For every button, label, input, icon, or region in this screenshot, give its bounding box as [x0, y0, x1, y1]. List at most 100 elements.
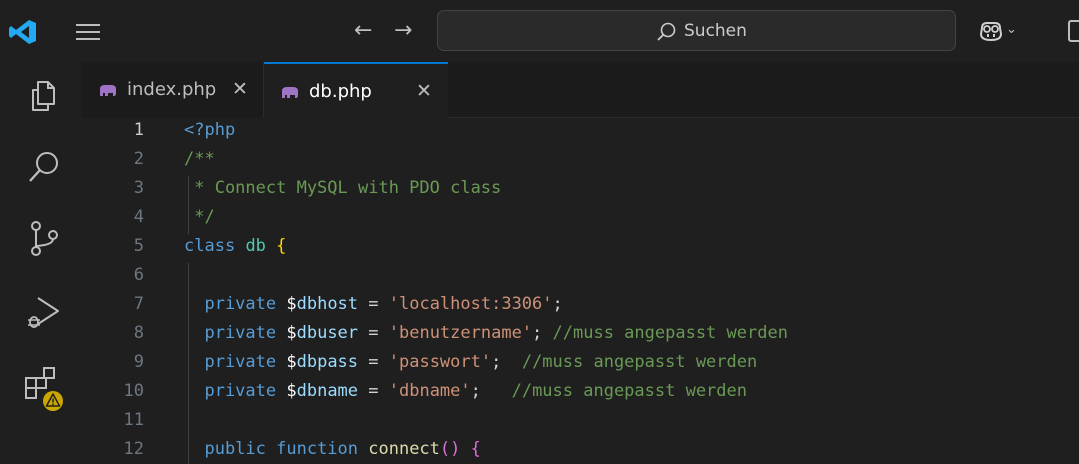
- code-line[interactable]: 4 */: [82, 205, 1079, 234]
- code-token: $: [286, 323, 297, 343]
- code-text: /**: [184, 147, 215, 171]
- line-number: 6: [133, 265, 144, 285]
- code-line[interactable]: 3 * Connect MySQL with PDO class: [82, 176, 1079, 205]
- code-token: $: [286, 294, 297, 314]
- code-token: 'passwort': [388, 352, 492, 372]
- code-token: private: [184, 381, 287, 401]
- vscode-logo-icon[interactable]: [8, 18, 38, 46]
- code-text: */: [184, 205, 215, 229]
- line-number: 7: [133, 294, 144, 314]
- code-line[interactable]: 2 /**: [82, 147, 1079, 176]
- php-elephant-icon: [282, 87, 298, 98]
- code-token: dbuser: [296, 323, 359, 343]
- command-center-search[interactable]: Suchen: [437, 10, 956, 51]
- line-number: 12: [123, 439, 144, 459]
- code-text: * Connect MySQL with PDO class: [184, 176, 501, 200]
- code-token: $: [286, 381, 297, 401]
- code-token: dbname: [296, 381, 359, 401]
- php-elephant-icon: [100, 85, 116, 96]
- code-line[interactable]: 6: [82, 263, 1079, 292]
- code-token: ;: [491, 352, 522, 372]
- search-icon: [657, 22, 676, 41]
- code-editor[interactable]: 1 <?php 2 /** 3 * Connect MySQL with PDO cla…: [82, 118, 1079, 464]
- source-control-icon[interactable]: [24, 218, 64, 258]
- search-label: Suchen: [684, 21, 747, 41]
- code-line[interactable]: 7 private $dbhost = 'localhost:3306';: [82, 292, 1079, 321]
- code-token: {: [276, 236, 287, 256]
- line-number: 1: [133, 120, 144, 140]
- run-debug-icon[interactable]: [24, 292, 64, 332]
- code-line[interactable]: 9 private $dbpass = 'passwort'; //muss a…: [82, 350, 1079, 379]
- explorer-icon[interactable]: [24, 76, 64, 116]
- copilot-chevron-down-icon[interactable]: ⌄: [1006, 22, 1017, 37]
- code-token: =: [358, 294, 389, 314]
- code-line[interactable]: 10 private $dbname = 'dbname'; //muss an…: [82, 379, 1079, 408]
- code-line[interactable]: 12 public function connect() {: [82, 437, 1079, 464]
- code-token: */: [184, 207, 215, 227]
- code-token: {: [470, 439, 481, 459]
- tab-db-php[interactable]: db.php ✕: [264, 62, 448, 118]
- code-token: <?php: [184, 120, 236, 140]
- forward-arrow-icon[interactable]: →: [394, 17, 412, 45]
- layout-icon[interactable]: [1068, 20, 1079, 42]
- indent-guide: [188, 408, 189, 437]
- code-token: $: [286, 352, 297, 372]
- line-number: 5: [133, 236, 144, 256]
- code-token: //muss angepasst werden: [521, 352, 758, 372]
- copilot-icon[interactable]: [978, 20, 1004, 42]
- code-token: * Connect MySQL with PDO class: [184, 178, 502, 198]
- code-token: 'benutzername': [388, 323, 533, 343]
- search-icon[interactable]: [24, 148, 64, 188]
- tab-index-php[interactable]: index.php ✕: [82, 62, 264, 118]
- line-number: 9: [133, 352, 144, 372]
- code-token: ;: [532, 323, 553, 343]
- code-token: 'localhost:3306': [388, 294, 553, 314]
- hamburger-menu-icon[interactable]: [76, 22, 100, 42]
- code-text: <?php: [184, 118, 235, 142]
- code-token: private: [184, 352, 287, 372]
- code-line[interactable]: 1 <?php: [82, 118, 1079, 147]
- code-text: public function connect() {: [184, 437, 481, 461]
- close-icon[interactable]: ✕: [232, 77, 248, 101]
- tab-label: index.php: [127, 79, 217, 100]
- title-bar: ← → Suchen ⌄: [0, 0, 1079, 62]
- line-number: 4: [133, 207, 144, 227]
- code-line[interactable]: 5 class db {: [82, 234, 1079, 263]
- code-token: /**: [184, 149, 215, 169]
- line-number: 8: [133, 323, 144, 343]
- code-token: (): [439, 439, 461, 459]
- code-token: dbhost: [296, 294, 359, 314]
- code-text: private $dbhost = 'localhost:3306';: [184, 292, 563, 316]
- code-token: ;: [552, 294, 563, 314]
- code-token: dbpass: [296, 352, 359, 372]
- code-line[interactable]: 11: [82, 408, 1079, 437]
- warning-badge-icon: [43, 391, 63, 411]
- activity-bar: [0, 62, 82, 464]
- line-number: 3: [133, 178, 144, 198]
- close-icon[interactable]: ✕: [416, 79, 432, 103]
- code-token: connect: [368, 439, 440, 459]
- code-token: 'dbname': [388, 381, 471, 401]
- back-arrow-icon[interactable]: ←: [354, 17, 372, 45]
- code-token: public: [184, 439, 277, 459]
- code-token: =: [358, 352, 389, 372]
- code-line[interactable]: 8 private $dbuser = 'benutzername'; //mu…: [82, 321, 1079, 350]
- code-text: private $dbpass = 'passwort'; //muss ang…: [184, 350, 757, 374]
- indent-guide: [188, 263, 189, 292]
- code-text: private $dbuser = 'benutzername'; //muss…: [184, 321, 788, 345]
- code-token: ;: [470, 381, 512, 401]
- code-token: class: [184, 236, 236, 256]
- line-number: 10: [123, 381, 144, 401]
- code-text: class db {: [184, 234, 286, 258]
- code-text: private $dbname = 'dbname'; //muss angep…: [184, 379, 747, 403]
- code-token: //muss angepasst werden: [552, 323, 788, 343]
- code-token: private: [184, 323, 287, 343]
- code-token: function: [276, 439, 369, 459]
- code-token: =: [358, 323, 389, 343]
- line-number: 2: [133, 149, 144, 169]
- code-token: //muss angepasst werden: [511, 381, 747, 401]
- code-token: =: [358, 381, 389, 401]
